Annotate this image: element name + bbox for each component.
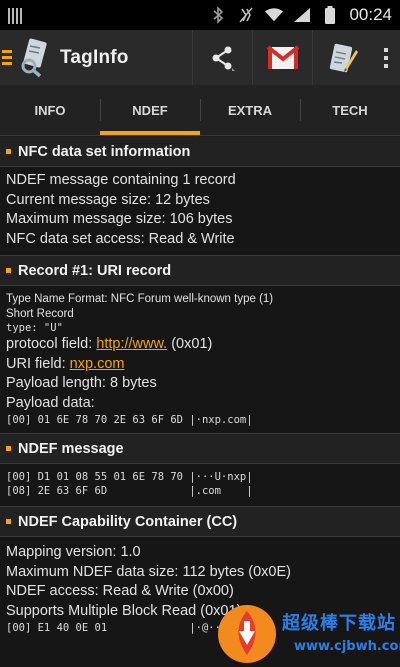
info-line: Mapping version: 1.0 xyxy=(6,544,141,560)
watermark-title: 超级棒下载站 xyxy=(282,613,396,634)
section-title: NDEF Capability Container (CC) xyxy=(18,513,238,530)
section-marker-icon xyxy=(6,446,11,451)
section-marker-icon xyxy=(6,149,11,154)
short-record-line: Short Record xyxy=(6,307,74,320)
uri-link[interactable]: nxp.com xyxy=(70,356,125,372)
section-marker-icon xyxy=(6,519,11,524)
protocol-link[interactable]: http://www. xyxy=(96,336,167,352)
tab-ndef[interactable]: NDEF xyxy=(100,85,200,135)
tab-extra[interactable]: EXTRA xyxy=(200,85,300,135)
app-logo-icon[interactable] xyxy=(16,38,50,78)
gmail-icon xyxy=(266,44,299,69)
overflow-menu-icon[interactable] xyxy=(372,30,400,85)
nfc-data-set-section: NFC data set information NDEF message co… xyxy=(0,137,400,256)
hex-line: [08] 2E 63 6F 6D |.com | xyxy=(6,485,253,497)
tab-tech[interactable]: TECH xyxy=(300,85,400,135)
wifi-icon xyxy=(265,6,284,24)
bluetooth-icon xyxy=(209,6,227,24)
watermark-url: www.cjbwh.com xyxy=(294,639,400,654)
info-line: NFC data set access: Read & Write xyxy=(6,230,235,247)
ndef-content[interactable]: NFC data set information NDEF message co… xyxy=(0,137,400,667)
section-title: NFC data set information xyxy=(18,143,191,160)
section-title: NDEF message xyxy=(18,440,124,457)
battery-icon xyxy=(321,6,339,24)
action-bar: TagInfo xyxy=(0,30,400,85)
section-title: Record #1: URI record xyxy=(18,262,172,279)
payload-data-label: Payload data: xyxy=(6,394,95,411)
share-icon xyxy=(212,46,235,71)
payload-length-line: Payload length: 8 bytes xyxy=(6,375,157,391)
share-button[interactable] xyxy=(192,30,252,85)
app-title: TagInfo xyxy=(60,46,129,68)
watermark: 超级棒下载站 www.cjbwh.com xyxy=(212,603,400,667)
info-line: Maximum NDEF data size: 112 bytes (0x0E) xyxy=(6,563,291,580)
info-line: Maximum message size: 106 bytes xyxy=(6,211,233,227)
clock: 00:24 xyxy=(349,5,392,24)
section-marker-icon xyxy=(6,268,11,273)
info-line: NDEF message containing 1 record xyxy=(6,172,236,188)
nfc-muted-icon xyxy=(237,6,255,24)
payload-hex: [00] 01 6E 78 70 2E 63 6F 6D |·nxp.com| xyxy=(6,414,253,426)
tab-info[interactable]: INFO xyxy=(0,85,100,135)
edit-tag-icon xyxy=(329,43,358,72)
drawer-icon[interactable] xyxy=(2,50,12,65)
info-line: Current message size: 12 bytes xyxy=(6,191,210,208)
status-bar: 00:24 xyxy=(0,0,400,30)
hex-line: [00] D1 01 08 55 01 6E 78 70 |···U·nxp| xyxy=(6,471,253,483)
tab-bar: INFO NDEF EXTRA TECH xyxy=(0,85,400,136)
ndef-message-section: NDEF message [00] D1 01 08 55 01 6E 78 7… xyxy=(0,434,400,507)
record-section: Record #1: URI record Type Name Format: … xyxy=(0,256,400,434)
watermark-logo-icon xyxy=(218,605,276,663)
notification-icon xyxy=(8,6,22,24)
protocol-line: protocol field: http://www. (0x01) xyxy=(6,336,213,352)
info-line: NDEF access: Read & Write (0x00) xyxy=(6,583,234,599)
write-tag-button[interactable] xyxy=(312,30,372,85)
type-line: type: "U" xyxy=(6,322,63,334)
tnf-line: Type Name Format: NFC Forum well-known t… xyxy=(6,293,274,305)
uri-line: URI field: nxp.com xyxy=(6,355,125,372)
gmail-button[interactable] xyxy=(252,30,312,85)
signal-icon xyxy=(293,6,311,24)
